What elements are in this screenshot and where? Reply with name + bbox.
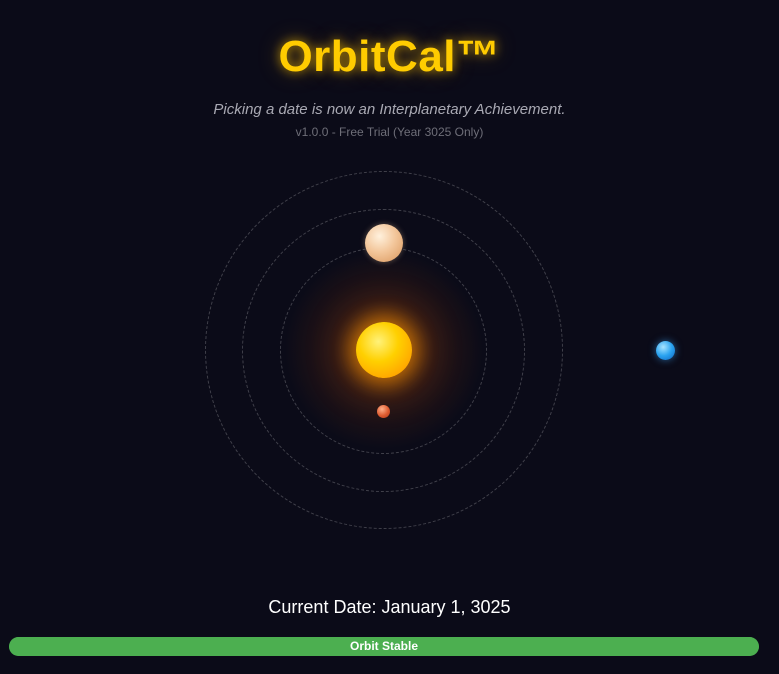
app-title: OrbitCal™ [278, 32, 501, 81]
version-label: v1.0.0 - Free Trial (Year 3025 Only) [295, 125, 484, 139]
orbit-status-label: Orbit Stable [349, 639, 418, 653]
current-date-display: Current Date: January 1, 3025 [268, 597, 511, 617]
mars-planet[interactable] [377, 405, 390, 418]
sun-icon[interactable] [356, 322, 412, 378]
venus-planet[interactable] [365, 224, 403, 262]
orbit-view[interactable] [0, 160, 779, 550]
app-tagline: Picking a date is now an Interplanetary … [213, 101, 566, 118]
earth-planet[interactable] [656, 341, 675, 360]
orbit-status-bar: Orbit Stable [9, 637, 759, 656]
